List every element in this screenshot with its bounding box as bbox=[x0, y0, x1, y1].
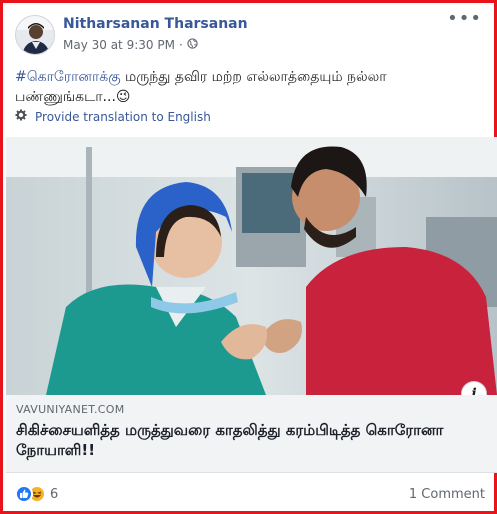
gear-icon bbox=[15, 109, 27, 124]
link-domain: VAVUNIYANET.COM bbox=[16, 403, 125, 416]
more-options-icon[interactable]: ••• bbox=[447, 10, 482, 28]
comments-link[interactable]: 1 Comment bbox=[409, 487, 485, 502]
link-preview[interactable]: VAVUNIYANET.COM சிகிச்சையளித்த மருத்துவர… bbox=[6, 395, 497, 473]
post-text: #கொரோனாக்கு மருந்து தவிர மற்ற எல்லாத்தைய… bbox=[15, 67, 485, 107]
like-reaction-icon bbox=[15, 485, 33, 503]
post-card: Nitharsanan Tharsanan May 30 at 9:30 PM … bbox=[0, 0, 497, 514]
translate-label: Provide translation to English bbox=[35, 109, 211, 124]
avatar[interactable] bbox=[15, 15, 55, 55]
post-footer: 6 1 Comment bbox=[15, 482, 485, 506]
reaction-summary[interactable]: 6 bbox=[15, 485, 58, 503]
post-photo[interactable]: i bbox=[6, 137, 497, 395]
hashtag-link[interactable]: #கொரோனாக்கு bbox=[15, 69, 121, 85]
author-name[interactable]: Nitharsanan Tharsanan bbox=[63, 16, 248, 32]
translate-link[interactable]: Provide translation to English bbox=[15, 109, 211, 124]
globe-icon bbox=[187, 38, 198, 52]
post-timestamp[interactable]: May 30 at 9:30 PM bbox=[63, 38, 175, 52]
post-meta: May 30 at 9:30 PM · bbox=[63, 38, 198, 52]
reaction-count: 6 bbox=[50, 486, 59, 502]
link-title: சிகிச்சையளித்த மருத்துவரை காதலித்து கரம்… bbox=[16, 421, 444, 459]
meta-separator: · bbox=[178, 38, 183, 52]
